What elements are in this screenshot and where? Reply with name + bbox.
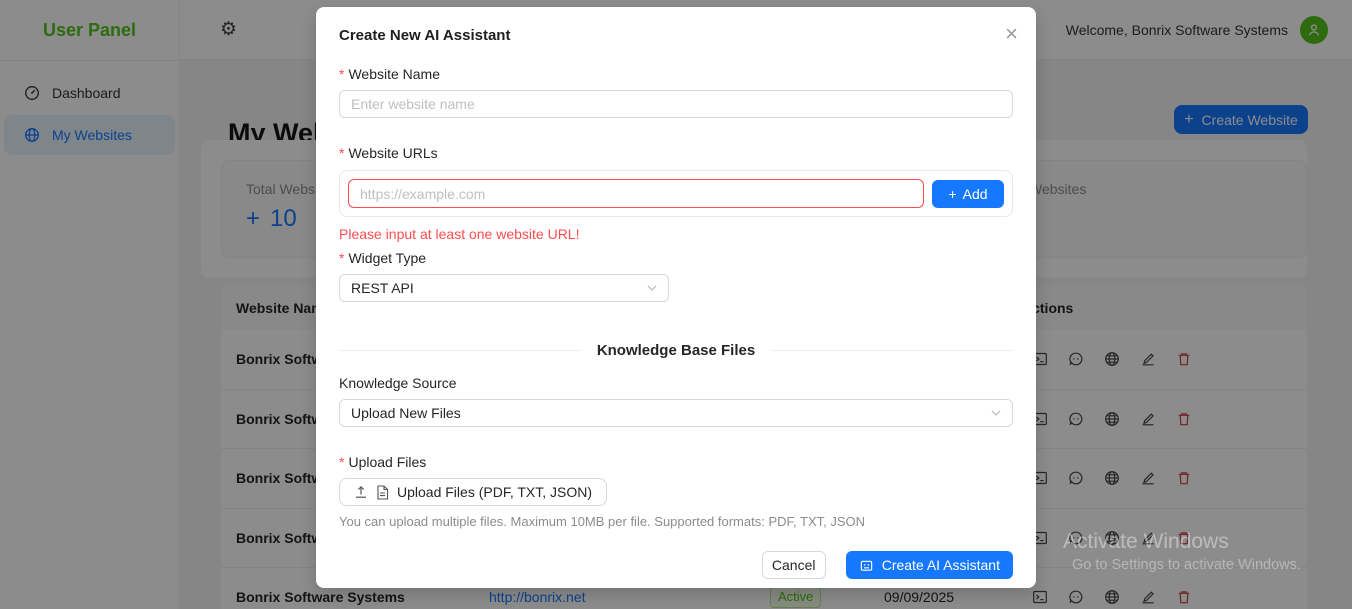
upload-files-button[interactable]: Upload Files (PDF, TXT, JSON)	[339, 478, 607, 506]
robot-icon	[859, 558, 874, 573]
website-url-group: + Add	[339, 170, 1013, 217]
chevron-down-icon	[991, 410, 1001, 416]
close-icon[interactable]: ×	[1005, 23, 1018, 45]
required-asterisk: *	[339, 250, 344, 266]
website-urls-label: * Website URLs	[339, 145, 1013, 161]
knowledge-base-divider: Knowledge Base Files	[339, 342, 1013, 359]
knowledge-source-select[interactable]: Upload New Files	[339, 399, 1013, 427]
chevron-down-icon	[647, 285, 657, 291]
cancel-button[interactable]: Cancel	[762, 551, 826, 579]
upload-hint: You can upload multiple files. Maximum 1…	[339, 514, 1013, 529]
knowledge-source-label: Knowledge Source	[339, 375, 1013, 391]
widget-type-label: * Widget Type	[339, 250, 1013, 266]
upload-icon	[354, 485, 368, 499]
required-asterisk: *	[339, 66, 344, 82]
upload-files-label: * Upload Files	[339, 454, 1013, 470]
create-ai-assistant-modal: Create New AI Assistant × * Website Name…	[316, 7, 1036, 588]
create-ai-assistant-button[interactable]: Create AI Assistant	[846, 551, 1013, 579]
required-asterisk: *	[339, 145, 344, 161]
website-name-label: * Website Name	[339, 66, 1013, 82]
website-url-input[interactable]	[348, 179, 924, 208]
file-icon	[376, 485, 389, 500]
divider-line	[339, 350, 581, 351]
modal-footer: Cancel Create AI Assistant	[339, 551, 1013, 579]
plus-icon: +	[948, 186, 956, 202]
divider-title: Knowledge Base Files	[597, 342, 755, 359]
add-url-button[interactable]: + Add	[932, 180, 1004, 208]
website-name-input[interactable]	[339, 90, 1013, 118]
url-error-message: Please input at least one website URL!	[339, 226, 1013, 242]
widget-type-select[interactable]: REST API	[339, 274, 669, 302]
modal-title: Create New AI Assistant	[339, 27, 1013, 44]
required-asterisk: *	[339, 454, 344, 470]
divider-line	[771, 350, 1013, 351]
